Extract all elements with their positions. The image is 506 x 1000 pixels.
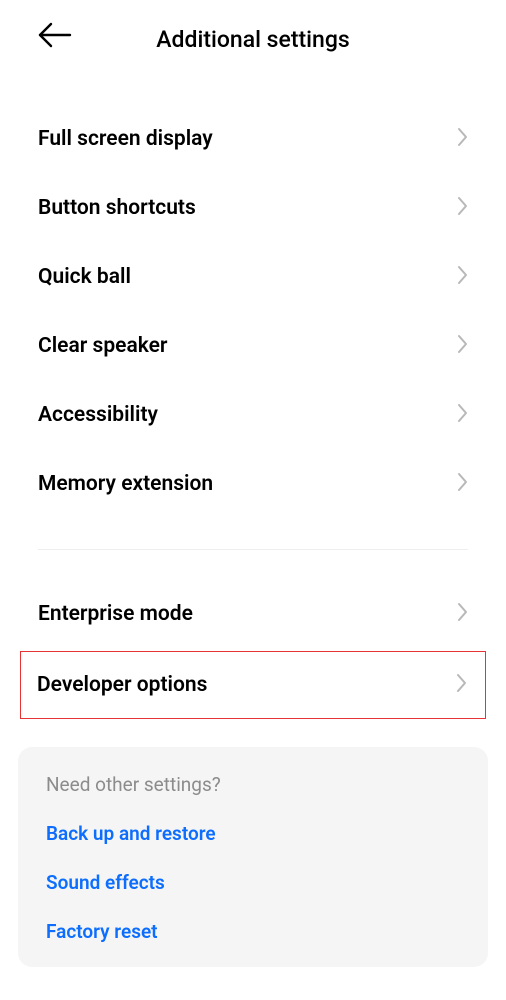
chevron-right-icon — [457, 472, 468, 496]
chevron-right-icon — [457, 334, 468, 358]
item-full-screen-display[interactable]: Full screen display — [0, 105, 506, 174]
item-label: Button shortcuts — [38, 196, 196, 220]
item-memory-extension[interactable]: Memory extension — [0, 450, 506, 519]
suggestions-card: Need other settings? Back up and restore… — [18, 747, 488, 967]
settings-list: Full screen display Button shortcuts Qui… — [0, 77, 506, 967]
chevron-right-icon — [457, 403, 468, 427]
divider — [38, 549, 468, 550]
item-label: Accessibility — [38, 403, 158, 427]
chevron-right-icon — [456, 673, 467, 697]
suggestions-title: Need other settings? — [46, 773, 460, 796]
page-title: Additional settings — [16, 26, 490, 53]
item-accessibility[interactable]: Accessibility — [0, 381, 506, 450]
chevron-right-icon — [457, 602, 468, 626]
item-developer-options[interactable]: Developer options — [20, 651, 486, 719]
item-label: Memory extension — [38, 472, 213, 496]
item-clear-speaker[interactable]: Clear speaker — [0, 312, 506, 381]
link-back-up-and-restore[interactable]: Back up and restore — [46, 822, 460, 845]
item-label: Full screen display — [38, 127, 213, 151]
item-label: Developer options — [37, 673, 207, 697]
item-enterprise-mode[interactable]: Enterprise mode — [0, 580, 506, 647]
item-button-shortcuts[interactable]: Button shortcuts — [0, 174, 506, 243]
chevron-right-icon — [457, 265, 468, 289]
chevron-right-icon — [457, 196, 468, 220]
item-quick-ball[interactable]: Quick ball — [0, 243, 506, 312]
link-sound-effects[interactable]: Sound effects — [46, 871, 460, 894]
item-label: Enterprise mode — [38, 602, 193, 626]
item-label: Quick ball — [38, 265, 131, 289]
link-factory-reset[interactable]: Factory reset — [46, 920, 460, 943]
item-label: Clear speaker — [38, 334, 167, 358]
header: Additional settings — [0, 0, 506, 77]
chevron-right-icon — [457, 127, 468, 151]
back-icon[interactable] — [38, 22, 72, 52]
